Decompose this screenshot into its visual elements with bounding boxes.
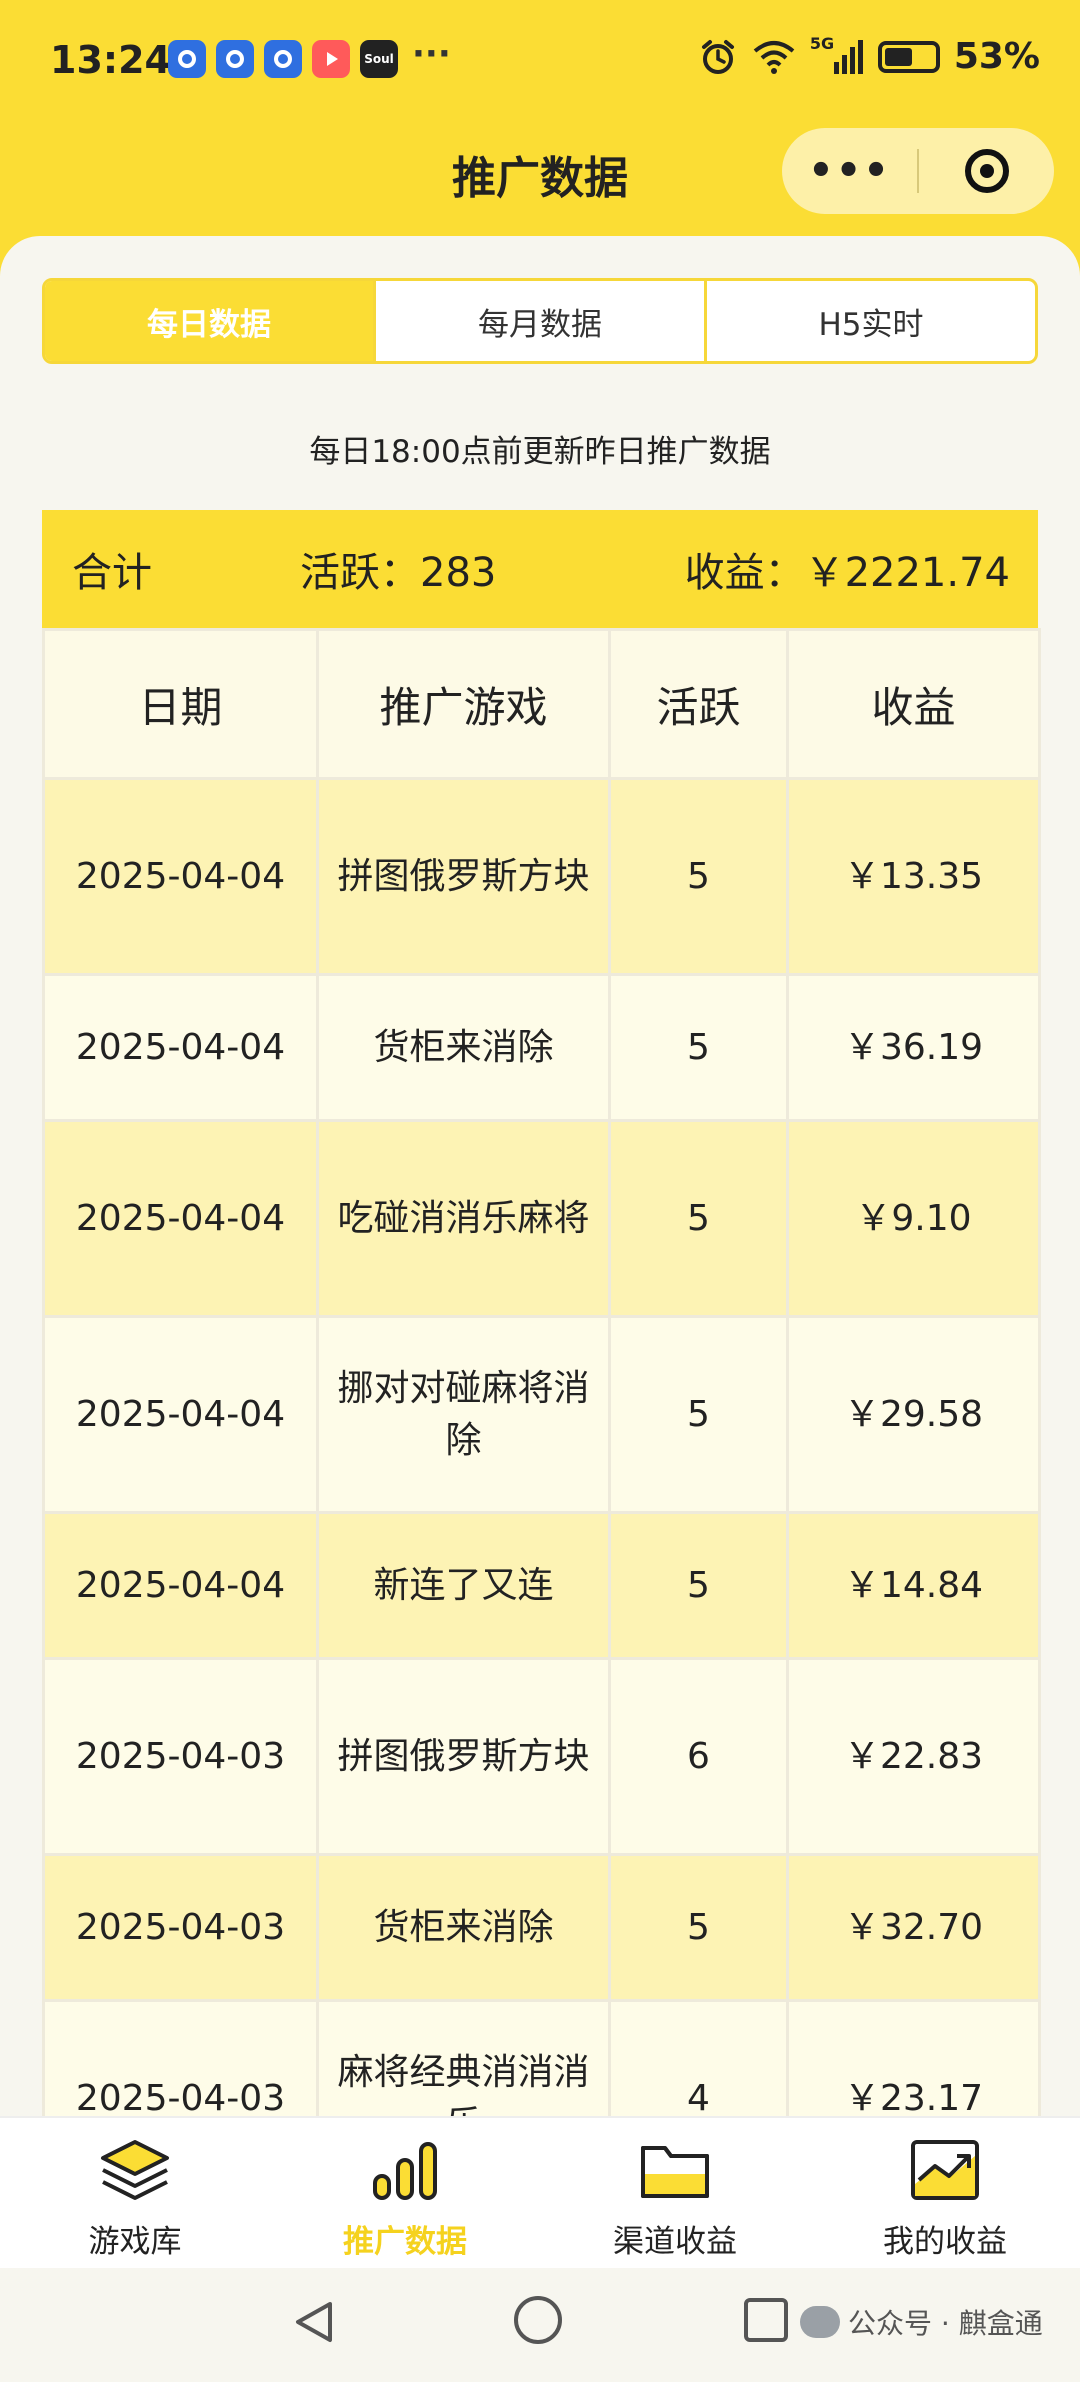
cell-income: ￥36.19 bbox=[786, 973, 1041, 1122]
cell-active: 5 bbox=[608, 1315, 789, 1514]
bottom-nav: 游戏库 推广数据 渠道收益 我的收益 bbox=[0, 2116, 1080, 2270]
column-header-income: 收益 bbox=[786, 628, 1041, 780]
cell-income: ￥29.58 bbox=[786, 1315, 1041, 1514]
nav-channel-income[interactable]: 渠道收益 bbox=[540, 2118, 810, 2270]
layers-icon bbox=[97, 2134, 173, 2206]
status-right-group: 5G 53% bbox=[698, 34, 1040, 77]
column-header-date: 日期 bbox=[42, 628, 319, 780]
cell-date: 2025-04-04 bbox=[42, 1315, 319, 1514]
system-nav-bar: 公众号 · 麒盒通 bbox=[0, 2268, 1080, 2382]
cell-active: 5 bbox=[608, 1119, 789, 1318]
video-app-icon bbox=[312, 40, 350, 78]
app-icon bbox=[168, 40, 206, 78]
folder-icon bbox=[637, 2134, 713, 2206]
summary-income: 收益：￥2221.74 bbox=[684, 550, 1010, 596]
close-target-button[interactable] bbox=[919, 149, 1054, 193]
table-header-row: 日期 推广游戏 活跃 收益 bbox=[42, 628, 1041, 780]
wechat-icon bbox=[800, 2306, 840, 2338]
target-icon bbox=[964, 149, 1009, 193]
cell-active: 5 bbox=[608, 973, 789, 1122]
cell-game: 挪对对碰麻将消除 bbox=[316, 1315, 611, 1514]
table-row[interactable]: 2025-04-03 拼图俄罗斯方块 6 ￥22.83 bbox=[42, 1657, 1041, 1856]
cell-date: 2025-04-04 bbox=[42, 1119, 319, 1318]
status-bar: 13:24 Soul ··· 5G 53% bbox=[0, 0, 1080, 126]
cell-active: 4 bbox=[608, 1999, 789, 2116]
summary-total-label: 合计 bbox=[72, 550, 152, 596]
cell-date: 2025-04-04 bbox=[42, 1511, 319, 1660]
table-row[interactable]: 2025-04-04 拼图俄罗斯方块 5 ￥13.35 bbox=[42, 777, 1041, 976]
summary-active: 活跃：283 bbox=[300, 550, 497, 596]
status-more-indicator: ··· bbox=[412, 34, 451, 74]
battery-percent: 53% bbox=[953, 36, 1040, 77]
miniprogram-capsule: ••• bbox=[782, 128, 1054, 214]
status-app-icons: Soul bbox=[168, 40, 398, 78]
table-row[interactable]: 2025-04-04 货柜来消除 5 ￥36.19 bbox=[42, 973, 1041, 1122]
table-row[interactable]: 2025-04-04 挪对对碰麻将消除 5 ￥29.58 bbox=[42, 1315, 1041, 1514]
cell-income: ￥9.10 bbox=[786, 1119, 1041, 1318]
cell-game: 吃碰消消乐麻将 bbox=[316, 1119, 611, 1318]
wifi-icon bbox=[753, 40, 795, 74]
cell-income: ￥32.70 bbox=[786, 1853, 1041, 2002]
cell-date: 2025-04-03 bbox=[42, 1657, 319, 1856]
cell-date: 2025-04-04 bbox=[42, 973, 319, 1122]
table-row[interactable]: 2025-04-03 货柜来消除 5 ￥32.70 bbox=[42, 1853, 1041, 2002]
nav-label: 游戏库 bbox=[88, 2224, 182, 2260]
cell-active: 5 bbox=[608, 777, 789, 976]
cell-game: 新连了又连 bbox=[316, 1511, 611, 1660]
cell-income: ￥13.35 bbox=[786, 777, 1041, 976]
cell-income: ￥14.84 bbox=[786, 1511, 1041, 1660]
cell-income: ￥22.83 bbox=[786, 1657, 1041, 1856]
cell-active: 5 bbox=[608, 1511, 789, 1660]
cell-signal-icon: 5G bbox=[810, 34, 864, 76]
tab-h5-realtime[interactable]: H5实时 bbox=[707, 281, 1035, 361]
trend-chart-icon bbox=[907, 2134, 983, 2206]
table-row[interactable]: 2025-04-04 吃碰消消乐麻将 5 ￥9.10 bbox=[42, 1119, 1041, 1318]
nav-label: 推广数据 bbox=[343, 2224, 467, 2260]
nav-label: 我的收益 bbox=[883, 2224, 1007, 2260]
column-header-game: 推广游戏 bbox=[316, 628, 611, 780]
table-row[interactable]: 2025-04-04 新连了又连 5 ￥14.84 bbox=[42, 1511, 1041, 1660]
cell-income: ￥23.17 bbox=[786, 1999, 1041, 2116]
cell-game: 麻将经典消消消乐 bbox=[316, 1999, 611, 2116]
cell-active: 6 bbox=[608, 1657, 789, 1856]
soul-app-icon: Soul bbox=[360, 40, 398, 78]
period-tabs: 每日数据 每月数据 H5实时 bbox=[42, 278, 1038, 364]
cell-date: 2025-04-04 bbox=[42, 777, 319, 976]
update-notice: 每日18:00点前更新昨日推广数据 bbox=[309, 434, 771, 470]
bar-chart-icon bbox=[367, 2134, 443, 2206]
nav-label: 渠道收益 bbox=[613, 2224, 737, 2260]
cell-game: 货柜来消除 bbox=[316, 973, 611, 1122]
cell-game: 货柜来消除 bbox=[316, 1853, 611, 2002]
column-header-active: 活跃 bbox=[608, 628, 789, 780]
battery-icon bbox=[877, 40, 940, 73]
promotion-table: 日期 推广游戏 活跃 收益 2025-04-04 拼图俄罗斯方块 5 ￥13.3… bbox=[42, 628, 1041, 2116]
nav-promotion-data[interactable]: 推广数据 bbox=[270, 2118, 540, 2270]
content-panel: 每日数据 每月数据 H5实时 每日18:00点前更新昨日推广数据 合计 活跃：2… bbox=[0, 236, 1080, 2116]
alarm-icon bbox=[701, 39, 734, 74]
recents-icon[interactable] bbox=[744, 2298, 788, 2342]
cell-active: 5 bbox=[608, 1853, 789, 2002]
more-icon[interactable]: ••• bbox=[782, 148, 917, 194]
app-icon bbox=[264, 40, 302, 78]
app-icon bbox=[216, 40, 254, 78]
cell-date: 2025-04-03 bbox=[42, 1853, 319, 2002]
tab-daily[interactable]: 每日数据 bbox=[45, 281, 376, 361]
watermark-text: 公众号 · 麒盒通 bbox=[848, 2307, 1043, 2340]
nav-my-income[interactable]: 我的收益 bbox=[810, 2118, 1080, 2270]
cell-game: 拼图俄罗斯方块 bbox=[316, 777, 611, 976]
table-row[interactable]: 2025-04-03 麻将经典消消消乐 4 ￥23.17 bbox=[42, 1999, 1041, 2116]
nav-game-library[interactable]: 游戏库 bbox=[0, 2118, 270, 2270]
summary-bar: 合计 活跃：283 收益：￥2221.74 bbox=[42, 510, 1038, 628]
tab-monthly[interactable]: 每月数据 bbox=[376, 281, 707, 361]
cell-date: 2025-04-03 bbox=[42, 1999, 319, 2116]
watermark: 公众号 · 麒盒通 bbox=[800, 2302, 1043, 2342]
status-time: 13:24 bbox=[50, 38, 171, 82]
cell-game: 拼图俄罗斯方块 bbox=[316, 1657, 611, 1856]
home-icon[interactable] bbox=[514, 2296, 562, 2344]
back-icon[interactable] bbox=[290, 2298, 338, 2346]
